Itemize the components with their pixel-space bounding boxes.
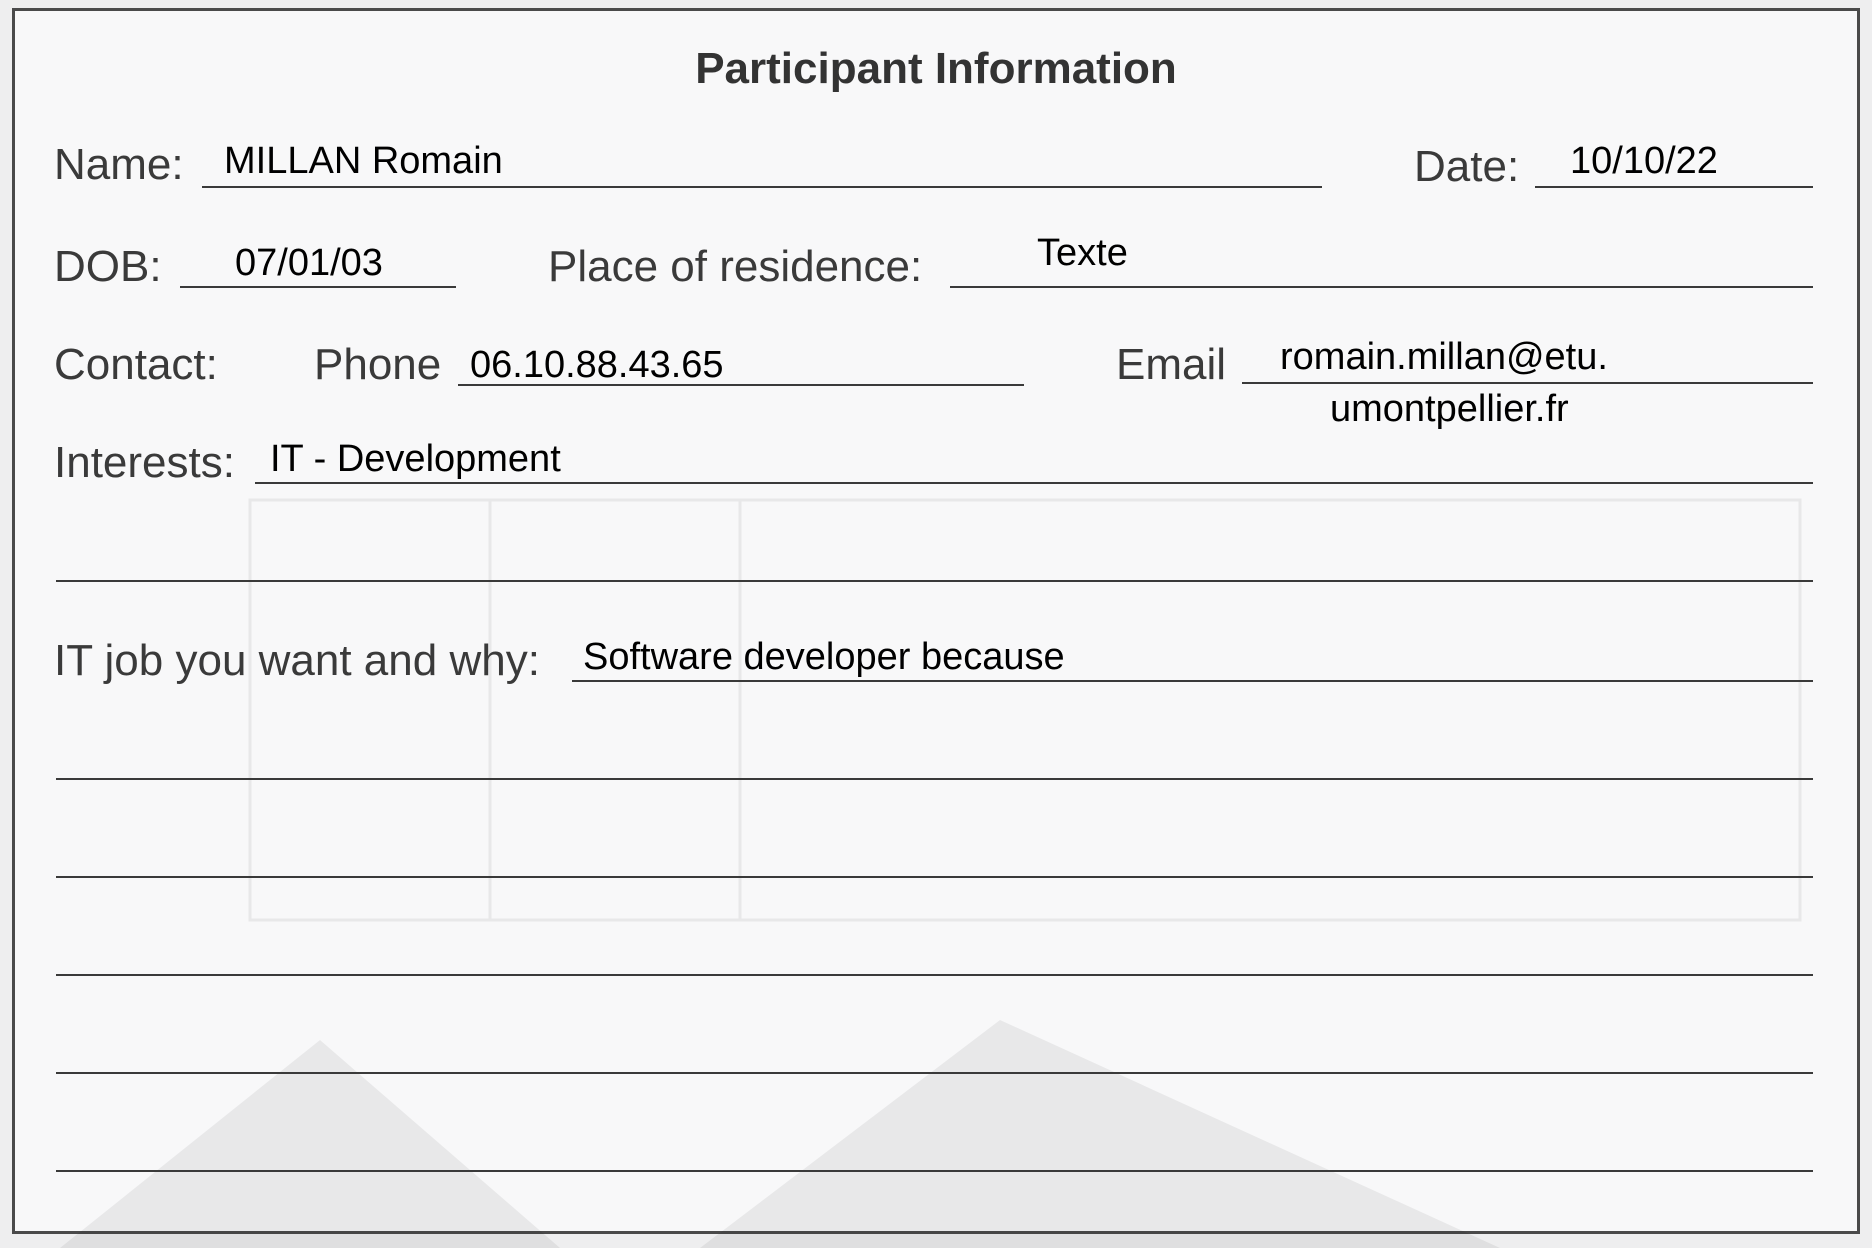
- date-field[interactable]: 10/10/22: [1570, 140, 1718, 183]
- interests-field[interactable]: IT - Development: [270, 438, 561, 481]
- name-field-line: [202, 186, 1322, 188]
- blank-line: [56, 1072, 1813, 1074]
- blank-line: [56, 1170, 1813, 1172]
- scanned-page: ​ Participant Information Name: MILLAN R…: [0, 0, 1872, 1248]
- dob-field[interactable]: 07/01/03: [235, 242, 383, 285]
- date-field-line: [1535, 186, 1813, 188]
- job-field-line: [572, 680, 1813, 682]
- date-label: Date:: [1414, 142, 1520, 191]
- blank-line: [56, 778, 1813, 780]
- blank-line: [56, 580, 1813, 582]
- name-field[interactable]: MILLAN Romain: [224, 140, 503, 183]
- dob-label: DOB:: [54, 242, 162, 291]
- contact-label: Contact:: [54, 340, 218, 389]
- blank-line: [56, 974, 1813, 976]
- phone-label: Phone: [314, 340, 442, 389]
- email-field-line2[interactable]: umontpellier.fr: [1330, 388, 1569, 431]
- blank-line: [56, 876, 1813, 878]
- interests-label: Interests:: [54, 438, 235, 487]
- residence-label: Place of residence:: [548, 242, 923, 291]
- name-label: Name:: [54, 140, 184, 189]
- form-title: Participant Information: [695, 44, 1177, 93]
- job-field[interactable]: Software developer because: [583, 636, 1065, 679]
- residence-field[interactable]: Texte: [1037, 232, 1128, 275]
- dob-field-line: [180, 286, 456, 288]
- phone-field[interactable]: 06.10.88.43.65: [470, 344, 724, 387]
- interests-field-line: [255, 482, 1813, 484]
- email-field-line1[interactable]: romain.millan@etu.: [1280, 336, 1608, 379]
- email-field-line: [1242, 382, 1813, 384]
- email-label: Email: [1116, 340, 1227, 389]
- residence-field-line: [950, 286, 1813, 288]
- job-label: IT job you want and why:: [54, 636, 540, 685]
